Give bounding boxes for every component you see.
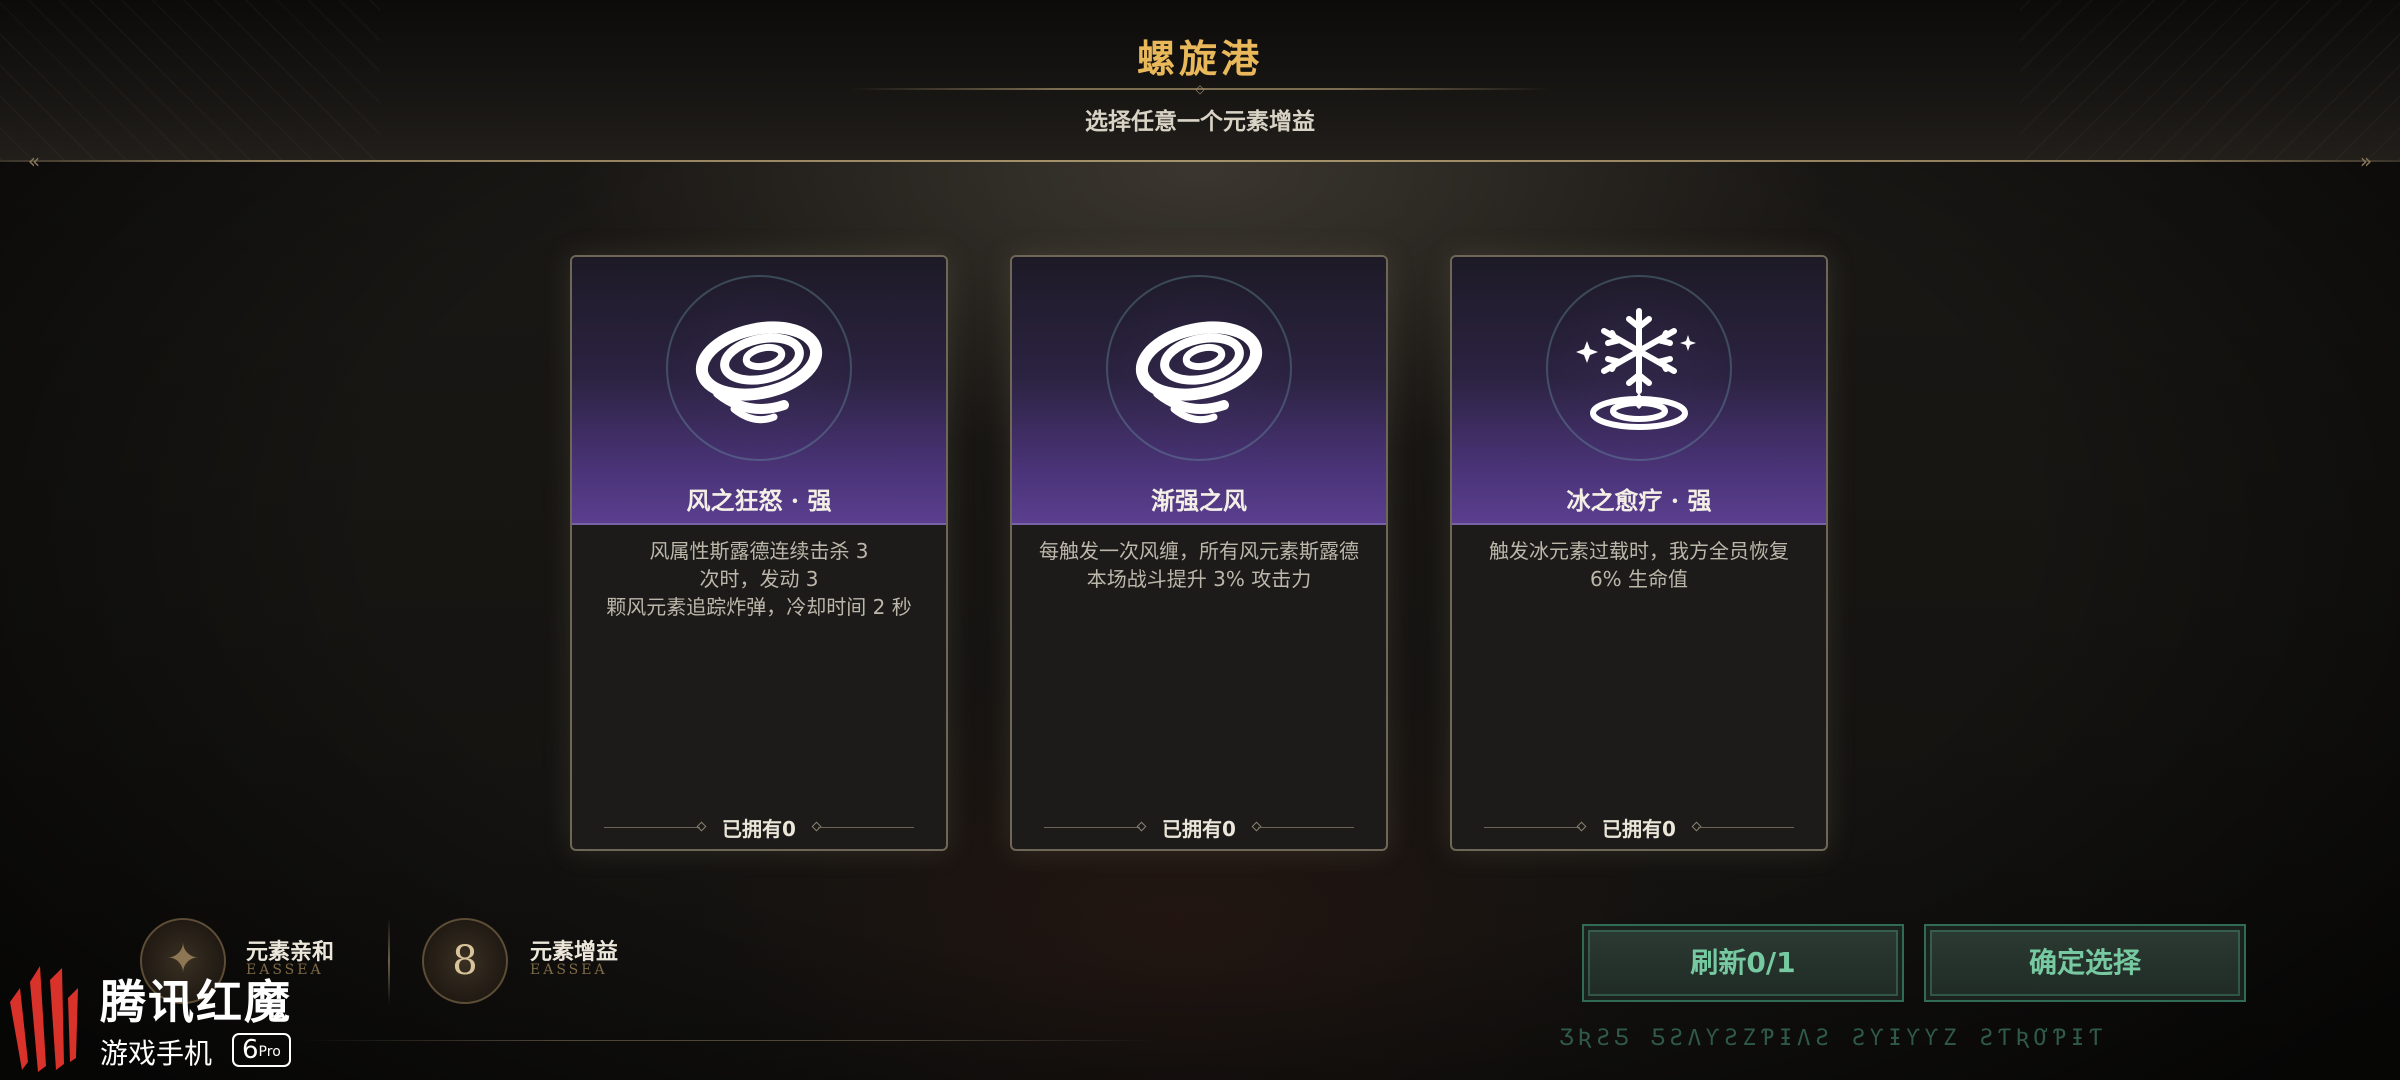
bottom-divider bbox=[300, 1040, 1160, 1041]
red-magic-logo-icon bbox=[10, 966, 78, 1072]
title-gem-icon: ◇ bbox=[1195, 82, 1205, 96]
element-boost-count: 8 bbox=[452, 938, 478, 984]
card-banner-edge bbox=[572, 523, 946, 525]
card-description: 触发冰元素过载时，我方全员恢复 6% 生命值 bbox=[1489, 539, 1789, 591]
element-boost-sublabel: EASSEA bbox=[530, 962, 608, 978]
footer-line-right bbox=[1698, 827, 1794, 828]
card-description: 每触发一次风缠，所有风元素斯露德 本场战斗提升 3% 攻击力 bbox=[1039, 539, 1359, 591]
element-boost-emblem[interactable]: 8 bbox=[422, 918, 508, 1004]
page-title: 螺旋港 bbox=[1136, 36, 1263, 81]
watermark-brand: 腾讯红魔 bbox=[100, 975, 292, 1029]
card-title: 冰之愈疗 · 强 bbox=[1566, 486, 1712, 515]
buff-card-rising-wind[interactable]: 渐强之风 每触发一次风缠，所有风元素斯露德 本场战斗提升 3% 攻击力 已拥有0 bbox=[1010, 255, 1388, 851]
badge-number: 6 bbox=[242, 1035, 259, 1065]
confirm-selection-button[interactable]: 确定选择 bbox=[1924, 924, 2246, 1002]
card-footer: 已拥有0 bbox=[1452, 813, 1826, 843]
card-title: 渐强之风 bbox=[1151, 486, 1247, 515]
footer-line-right bbox=[818, 827, 914, 828]
watermark-subtitle: 游戏手机 bbox=[100, 1037, 213, 1070]
rune-decoration: ƷƦƧƼ ƼƧΛƳƧZƤƗΛƧ ƧƳƗƳƳZ ƧƬƦƠƤƗƬ bbox=[1560, 1026, 2108, 1051]
refresh-button[interactable]: 刷新0/1 bbox=[1582, 924, 1904, 1002]
watermark-model-badge: 6Pro bbox=[232, 1033, 291, 1067]
wind-vortex-icon bbox=[1106, 275, 1292, 461]
left-chevron-ornament-icon: « bbox=[27, 149, 41, 173]
card-banner-edge bbox=[1012, 523, 1386, 525]
right-chevron-ornament-icon: » bbox=[2359, 149, 2373, 173]
header-divider bbox=[0, 160, 2400, 162]
snowflake-heal-icon bbox=[1546, 275, 1732, 461]
buff-card-ice-heal[interactable]: 冰之愈疗 · 强 触发冰元素过载时，我方全员恢复 6% 生命值 已拥有0 bbox=[1450, 255, 1828, 851]
buff-card-wind-fury[interactable]: 风之狂怒 · 强 风属性斯露德连续击杀 3 次时，发动 3 颗风元素追踪炸弹，冷… bbox=[570, 255, 948, 851]
badge-suffix: Pro bbox=[258, 1044, 281, 1060]
card-title: 风之狂怒 · 强 bbox=[686, 486, 832, 515]
footer-line-right bbox=[1258, 827, 1354, 828]
wind-vortex-icon bbox=[666, 275, 852, 461]
page-subtitle: 选择任意一个元素增益 bbox=[1085, 109, 1315, 135]
card-footer: 已拥有0 bbox=[1012, 813, 1386, 843]
card-banner-edge bbox=[1452, 523, 1826, 525]
card-footer: 已拥有0 bbox=[572, 813, 946, 843]
emblem-divider bbox=[388, 918, 390, 1004]
card-description: 风属性斯露德连续击杀 3 次时，发动 3 颗风元素追踪炸弹，冷却时间 2 秒 bbox=[606, 539, 912, 619]
